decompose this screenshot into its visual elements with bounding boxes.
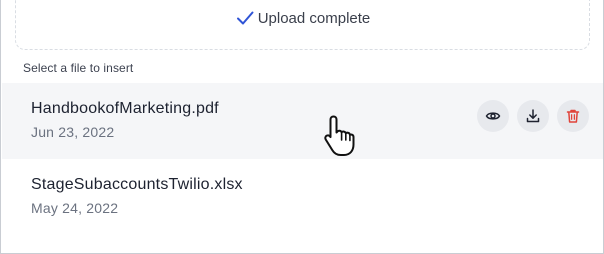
file-date: Jun 23, 2022	[31, 124, 115, 140]
section-label: Select a file to insert	[23, 61, 134, 75]
hand-pointer-cursor-icon	[324, 115, 355, 156]
upload-status-text: Upload complete	[257, 9, 371, 27]
file-name: StageSubaccountsTwilio.xlsx	[31, 176, 243, 193]
file-picker-panel: Upload complete Select a file to insert …	[0, 0, 604, 254]
check-icon	[236, 11, 254, 25]
download-button[interactable]	[517, 100, 549, 132]
delete-button[interactable]	[557, 100, 589, 132]
eye-icon	[485, 112, 501, 120]
upload-status: Upload complete	[16, 8, 589, 28]
file-row[interactable]: StageSubaccountsTwilio.xlsx May 24, 2022	[2, 159, 603, 235]
download-icon	[526, 109, 540, 123]
preview-button[interactable]	[477, 100, 509, 132]
file-date: May 24, 2022	[31, 200, 119, 216]
file-row[interactable]: HandbookofMarketing.pdf Jun 23, 2022	[2, 83, 603, 159]
upload-dropzone[interactable]: Upload complete	[15, 0, 590, 50]
file-actions	[477, 100, 589, 132]
trash-icon	[566, 109, 580, 123]
file-name: HandbookofMarketing.pdf	[31, 100, 219, 117]
